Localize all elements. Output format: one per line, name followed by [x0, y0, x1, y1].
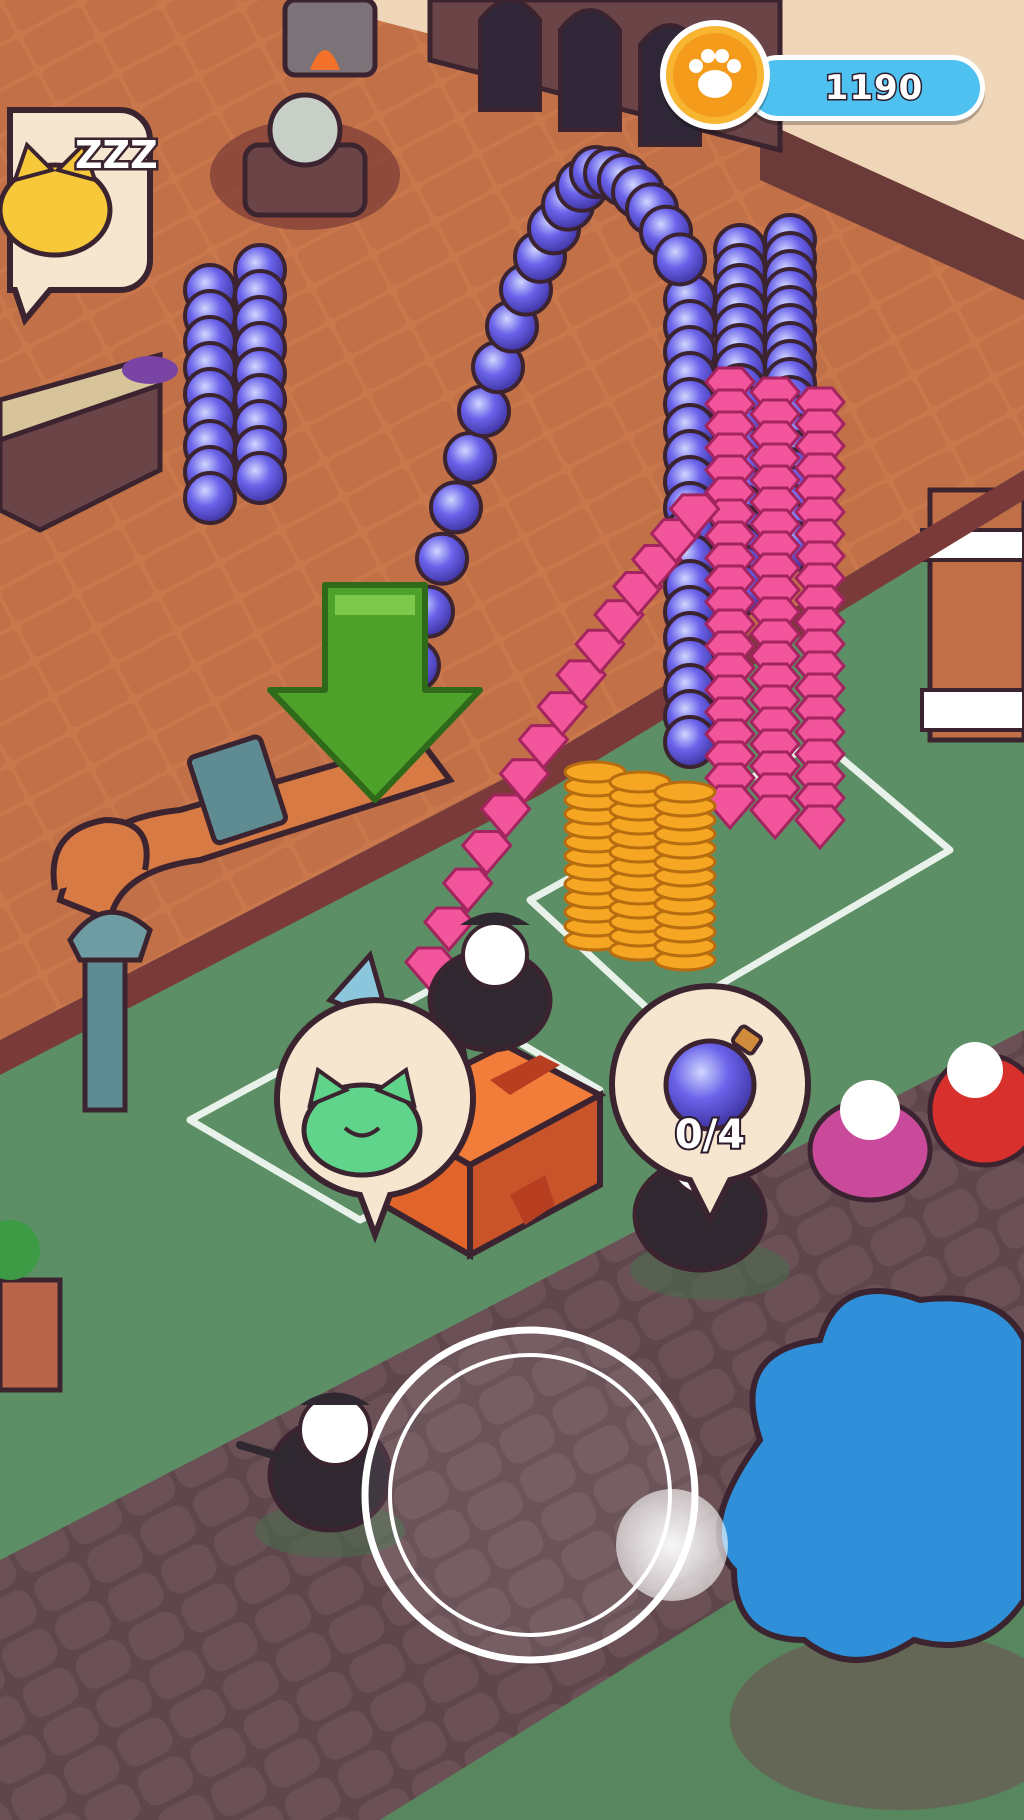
- game-scene[interactable]: ZZZ: [0, 0, 1024, 1820]
- joystick-knob[interactable]: [616, 1489, 728, 1601]
- order-progress-text: 0/4: [673, 1110, 747, 1160]
- happy-green-cat-icon: [301, 1066, 423, 1178]
- sleep-zzz-text: ZZZ: [75, 133, 158, 177]
- potion-sprite: [443, 430, 497, 485]
- potion-sprite: [183, 471, 237, 525]
- potion-sprite: [415, 531, 469, 586]
- coin-stack: [563, 760, 717, 972]
- coin-counter: 1190: [745, 55, 985, 121]
- potion-sprite: [233, 451, 287, 505]
- potion-sprite: [653, 232, 707, 287]
- potion-sprite: [429, 480, 483, 535]
- coin-sprite: [653, 780, 717, 804]
- coin-count-text: 1190: [823, 67, 924, 110]
- fireplace: [282, 0, 378, 78]
- paw-coin-icon: [660, 20, 770, 130]
- sleep-bubble: ZZZ: [0, 107, 160, 327]
- blue-bush: [715, 1288, 1024, 1810]
